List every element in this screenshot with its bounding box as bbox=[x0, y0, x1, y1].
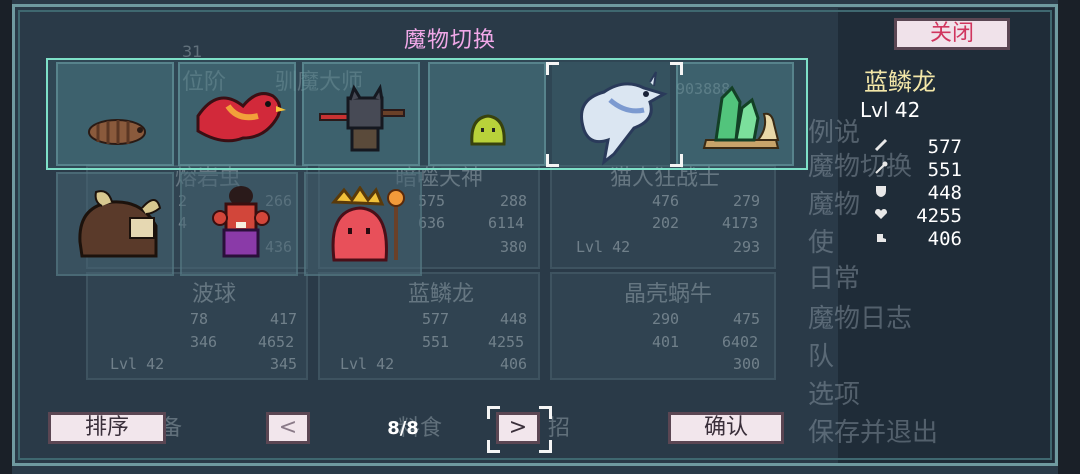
cursor-corner bbox=[539, 440, 552, 453]
cursor-corner bbox=[546, 62, 559, 75]
cursor-corner bbox=[487, 440, 500, 453]
stat-value: 577 bbox=[927, 136, 962, 158]
stat-value: 551 bbox=[927, 159, 962, 181]
crystal-snail-sprite bbox=[702, 85, 780, 149]
monster-slot-phoenix[interactable] bbox=[178, 62, 296, 166]
monster-slot-slime-king[interactable] bbox=[304, 172, 422, 276]
sword-icon bbox=[874, 138, 888, 152]
stat-magic: 551 bbox=[870, 159, 980, 181]
dialog-title: 魔物切换 bbox=[403, 28, 496, 53]
staff-icon bbox=[875, 161, 888, 174]
monster-slot-slime[interactable] bbox=[428, 62, 546, 166]
monster-slot-crystal-snail[interactable] bbox=[676, 62, 794, 166]
selected-monster-name: 蓝鳞龙 bbox=[864, 68, 936, 96]
monster-slot-grub[interactable] bbox=[56, 62, 174, 166]
monster-slot-cat-warrior[interactable] bbox=[302, 62, 420, 166]
slime-king-sprite bbox=[330, 186, 405, 262]
stat-value: 448 bbox=[927, 182, 962, 204]
buffalo-sprite bbox=[78, 190, 162, 258]
stat-value: 4255 bbox=[916, 205, 962, 227]
right-wall bbox=[1058, 0, 1080, 474]
monster-slot-ice-dragon[interactable] bbox=[552, 62, 670, 166]
phoenix-sprite bbox=[196, 92, 286, 143]
stat-health: 4255 bbox=[870, 205, 980, 227]
cat-warrior-sprite bbox=[319, 84, 405, 152]
cursor-corner bbox=[546, 154, 559, 167]
cursor-corner bbox=[487, 406, 500, 419]
fire-imp-sprite bbox=[212, 186, 270, 258]
heart-icon bbox=[875, 209, 887, 219]
cursor-corner bbox=[670, 154, 683, 167]
stat-defense: 448 bbox=[870, 182, 980, 204]
grub-sprite bbox=[88, 119, 146, 145]
close-button[interactable]: 关闭 bbox=[894, 18, 1010, 50]
shield-icon bbox=[876, 186, 886, 197]
sort-button[interactable]: 排序 bbox=[48, 412, 166, 444]
prev-page-button[interactable]: < bbox=[266, 412, 310, 444]
monster-slot-buffalo[interactable] bbox=[56, 172, 174, 276]
ice-dragon-sprite bbox=[580, 71, 668, 166]
stat-value: 406 bbox=[927, 228, 962, 250]
stat-attack: 577 bbox=[870, 136, 980, 158]
selected-monster-level: Lvl 42 bbox=[860, 98, 921, 122]
left-wall bbox=[0, 0, 12, 474]
boot-icon bbox=[877, 234, 886, 242]
cursor-corner bbox=[539, 406, 552, 419]
next-page-button[interactable]: > bbox=[496, 412, 540, 444]
stat-speed: 406 bbox=[870, 228, 980, 250]
confirm-button[interactable]: 确认 bbox=[668, 412, 784, 444]
cursor-corner bbox=[670, 62, 683, 75]
slime-sprite bbox=[470, 114, 506, 146]
monster-slot-fire-imp[interactable] bbox=[180, 172, 298, 276]
page-indicator: 8/8 bbox=[387, 418, 419, 439]
